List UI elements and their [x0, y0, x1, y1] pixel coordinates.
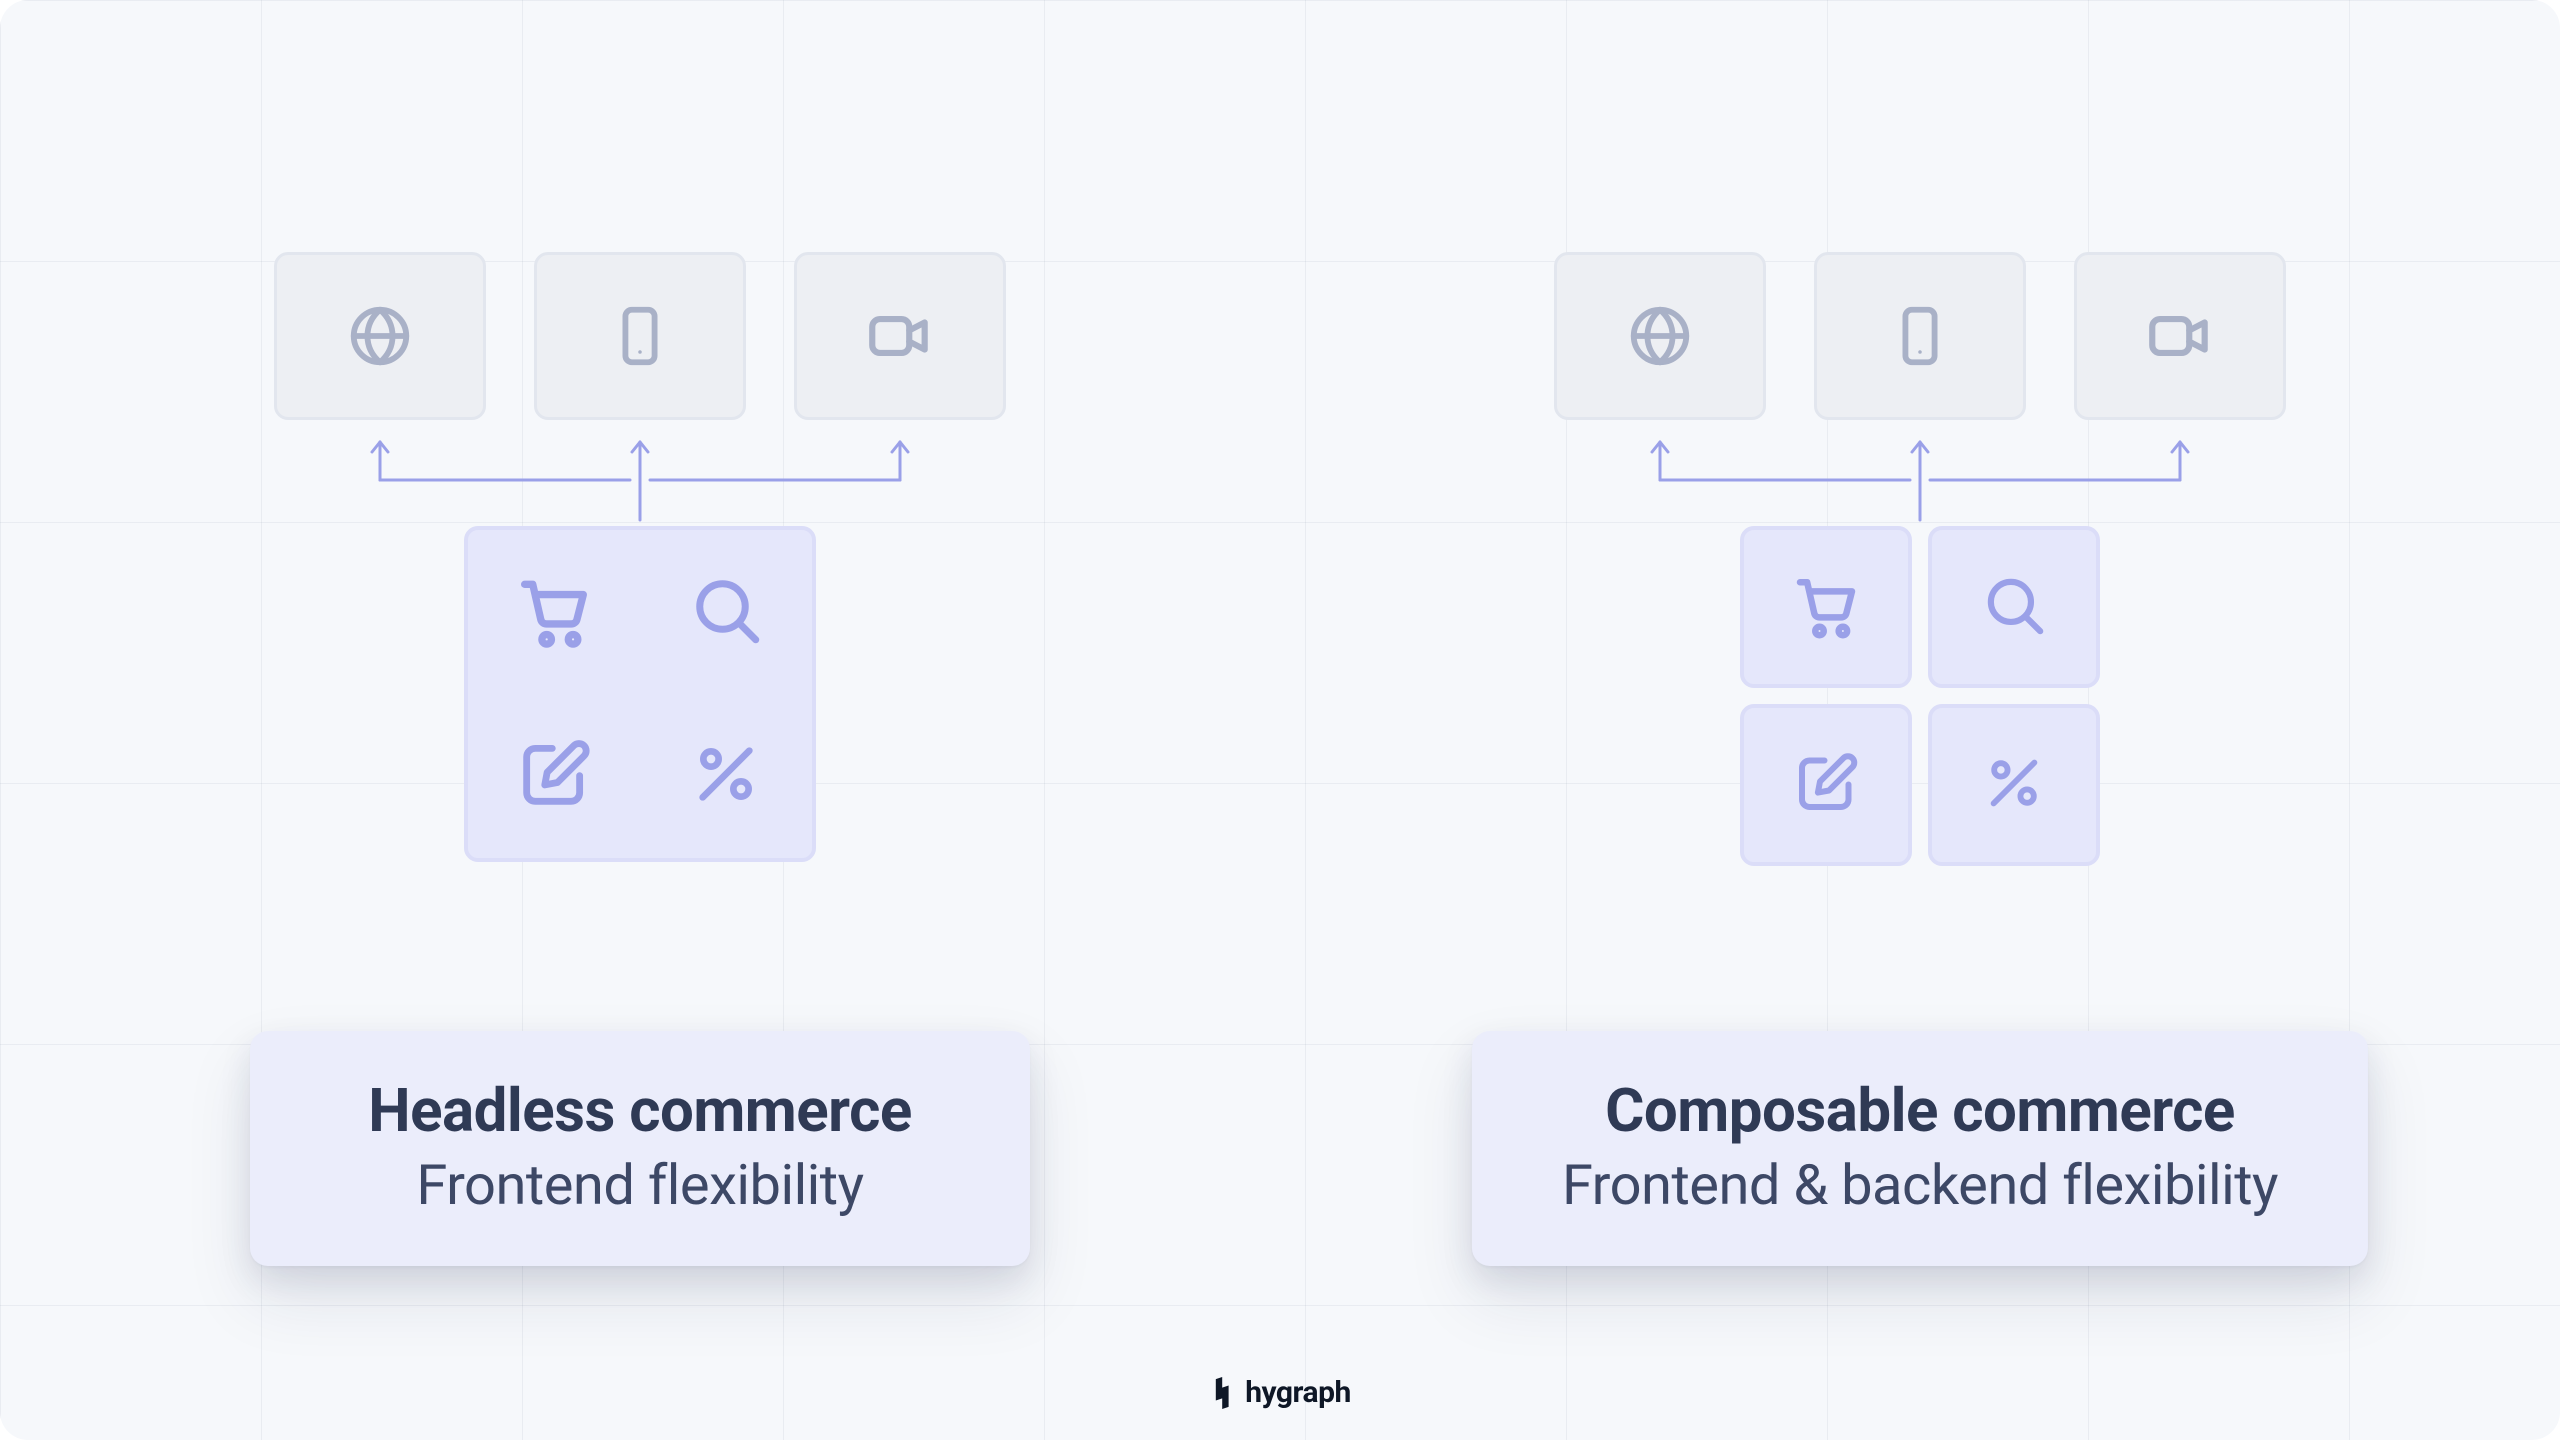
globe-icon: [345, 301, 415, 371]
channel-web: [274, 252, 486, 420]
channel-video: [2074, 252, 2286, 420]
channel-mobile: [1814, 252, 2026, 420]
backend-cell-percent: [1928, 704, 2100, 866]
channel-row: [1554, 252, 2286, 420]
percent-icon: [686, 734, 766, 818]
backend-cell-search: [1928, 526, 2100, 688]
connector-arrows: [1650, 420, 2190, 524]
backend-composable-grid: [1740, 526, 2100, 866]
channel-mobile: [534, 252, 746, 420]
backend-cell-cart: [1740, 526, 1912, 688]
brand-footer: hygraph: [1209, 1375, 1351, 1410]
edit-icon: [1790, 747, 1862, 823]
backend-monolith: [464, 526, 816, 862]
mobile-icon: [1885, 301, 1955, 371]
channel-video: [794, 252, 1006, 420]
video-icon: [863, 299, 937, 373]
channel-web: [1554, 252, 1766, 420]
label-title: Composable commerce: [1562, 1075, 2278, 1146]
label-card-headless: Headless commerce Frontend flexibility: [250, 1031, 1030, 1266]
percent-icon: [1979, 748, 2049, 822]
cart-icon: [510, 566, 598, 658]
hygraph-logo-icon: [1209, 1377, 1235, 1409]
cart-icon: [1787, 566, 1865, 648]
search-icon: [1977, 568, 2051, 646]
channel-row: [274, 252, 1006, 420]
search-icon: [684, 568, 768, 656]
label-card-composable: Composable commerce Frontend & backend f…: [1472, 1031, 2368, 1266]
globe-icon: [1625, 301, 1695, 371]
video-icon: [2143, 299, 2217, 373]
diagram-canvas: Headless commerce Frontend flexibility: [0, 0, 2560, 1440]
column-composable: Composable commerce Frontend & backend f…: [1280, 0, 2560, 1440]
mobile-icon: [605, 301, 675, 371]
backend-cell-edit: [1740, 704, 1912, 866]
connector-arrows: [370, 420, 910, 524]
edit-icon: [513, 733, 595, 819]
brand-name: hygraph: [1245, 1375, 1351, 1410]
column-headless: Headless commerce Frontend flexibility: [0, 0, 1280, 1440]
label-subtitle: Frontend & backend flexibility: [1562, 1152, 2278, 1218]
label-title: Headless commerce: [340, 1075, 940, 1146]
label-subtitle: Frontend flexibility: [340, 1152, 940, 1218]
